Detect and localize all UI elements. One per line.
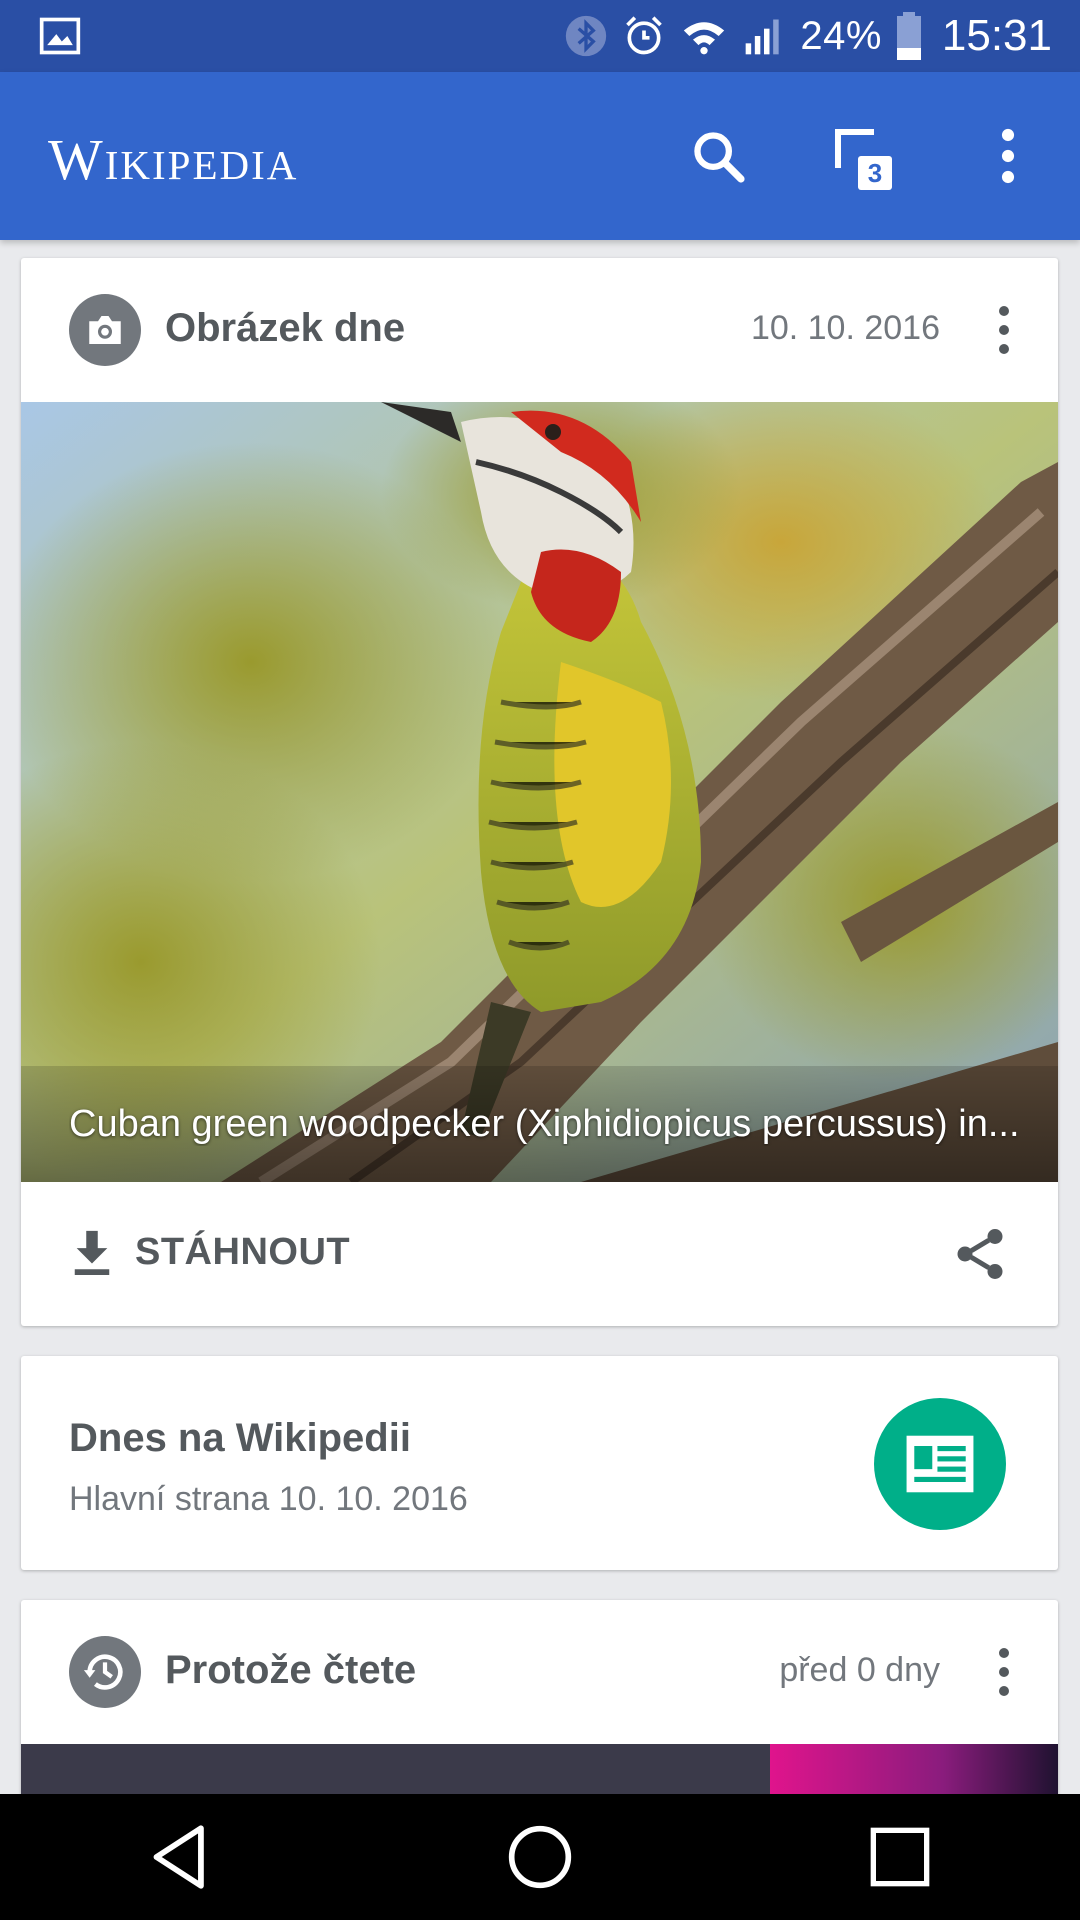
recents-button[interactable] <box>840 1807 960 1907</box>
card-menu-button[interactable] <box>986 296 1022 364</box>
dot <box>999 1686 1009 1696</box>
home-button[interactable] <box>480 1807 600 1907</box>
potd-image[interactable]: Cuban green woodpecker (Xiphidiopicus pe… <box>21 402 1058 1182</box>
dot <box>999 1667 1009 1677</box>
card-subtitle: Hlavní strana 10. 10. 2016 <box>69 1480 468 1518</box>
signal-icon <box>745 19 779 55</box>
camera-badge <box>69 294 141 366</box>
gallery-icon <box>39 17 81 55</box>
card-actions: STÁHNOUT <box>21 1182 1058 1326</box>
app-bar: Wikipedia 3 <box>0 72 1080 240</box>
home-icon <box>508 1825 572 1889</box>
card-date: před 0 dny <box>779 1651 940 1689</box>
dot <box>999 306 1009 316</box>
more-vert-icon <box>1001 128 1015 184</box>
download-label: STÁHNOUT <box>135 1230 351 1273</box>
share-button[interactable] <box>950 1224 1010 1284</box>
alarm-icon <box>626 16 663 55</box>
tabs-button[interactable]: 3 <box>826 120 898 192</box>
card-title: Protože čtete <box>165 1648 417 1692</box>
camera-icon <box>89 316 121 344</box>
main-page-button[interactable] <box>874 1398 1006 1530</box>
history-badge <box>69 1636 141 1708</box>
search-icon <box>694 132 745 183</box>
navigation-bar <box>0 1794 1080 1920</box>
dot <box>999 1648 1009 1658</box>
card-header: Protože čtete před 0 dny <box>21 1600 1058 1744</box>
app-menu-button[interactable] <box>972 120 1044 192</box>
dot <box>999 325 1009 335</box>
status-icons: 24% 15:31 <box>564 0 1052 72</box>
bluetooth-icon <box>566 15 607 57</box>
card-header: Obrázek dne 10. 10. 2016 <box>21 258 1058 402</box>
search-button[interactable] <box>682 120 754 192</box>
image-caption: Cuban green woodpecker (Xiphidiopicus pe… <box>69 1103 1020 1145</box>
picture-of-the-day-card: Obrázek dne 10. 10. 2016 Cuban green woo… <box>21 258 1058 1326</box>
history-icon <box>83 1654 123 1690</box>
battery-icon <box>896 12 921 60</box>
download-button[interactable]: STÁHNOUT <box>69 1226 350 1278</box>
card-date: 10. 10. 2016 <box>750 309 940 347</box>
dot <box>999 344 1009 354</box>
woodpecker-photo <box>21 402 1058 1182</box>
card-title: Dnes na Wikipedii <box>69 1416 411 1460</box>
back-button[interactable] <box>120 1807 240 1907</box>
card-menu-button[interactable] <box>986 1638 1022 1706</box>
today-on-wikipedia-card[interactable]: Dnes na Wikipedii Hlavní strana 10. 10. … <box>21 1356 1058 1570</box>
newspaper-icon <box>906 1435 974 1493</box>
battery-percent: 24% <box>800 13 882 58</box>
wikipedia-wordmark: Wikipedia <box>48 127 299 192</box>
back-icon <box>153 1825 204 1889</box>
clock: 15:31 <box>941 11 1052 60</box>
wifi-icon <box>684 22 725 55</box>
tabs-count-badge: 3 <box>858 156 892 190</box>
share-icon <box>957 1229 1003 1279</box>
recents-icon <box>870 1827 930 1887</box>
status-bar: 24% 15:31 <box>0 0 1080 72</box>
download-icon <box>74 1230 110 1275</box>
card-title: Obrázek dne <box>165 306 406 350</box>
